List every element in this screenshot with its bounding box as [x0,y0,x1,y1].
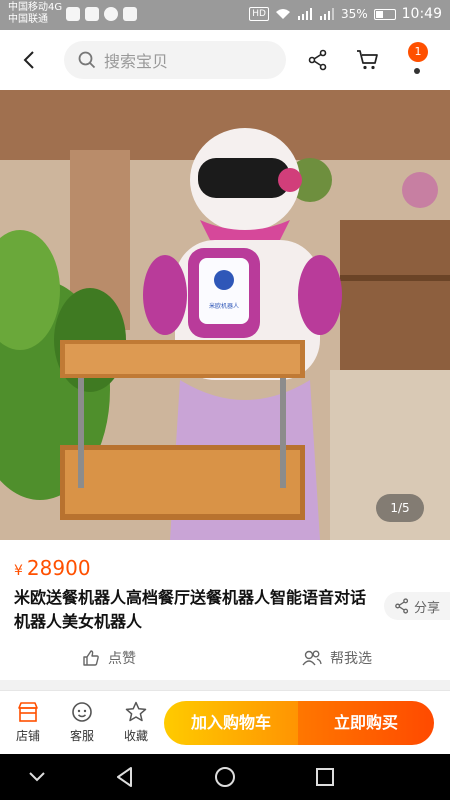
carrier-2: 中国联通 [8,14,48,25]
add-to-cart-button[interactable]: 加入购物车 [164,701,298,745]
bottom-action-bar: 店铺 客服 收藏 加入购物车 立即购买 [0,690,450,754]
status-right: HD 35% 10:49 [249,6,442,22]
top-nav: 搜索宝贝 1 [0,30,450,90]
notification-app-icon [123,7,137,21]
status-bar: 中国移动4G 中国联通 HD 35% 10:49 [0,0,450,30]
carrier-1: 中国移动4G [8,2,63,13]
more-icon [414,68,420,74]
currency-symbol: ¥ [14,563,23,579]
share-button[interactable] [302,44,334,76]
store-icon [18,702,38,722]
nav-recent-icon[interactable] [312,764,338,790]
more-button[interactable]: 1 [400,42,436,80]
buy-now-button[interactable]: 立即购买 [298,701,434,745]
notification-app-icon [66,7,80,21]
signal-icon [297,8,312,20]
customer-service-button[interactable]: 客服 [62,701,102,744]
nav-back-icon[interactable] [112,764,138,790]
message-icon [104,7,118,21]
search-icon [78,51,96,69]
price-value: 28900 [26,556,91,580]
hd-badge: HD [249,7,269,21]
carrier-info: 中国移动4G 中国联通 [8,2,62,26]
notification-badge: 1 [408,42,428,62]
signal-icon [319,8,334,20]
price: ¥28900 [14,556,91,580]
battery-icon [373,8,396,20]
cart-icon [357,50,378,70]
product-photo: 米欧机器人 [0,90,450,540]
group-icon [302,650,322,666]
like-button[interactable]: 点赞 [82,648,136,668]
actions-row: 点赞 帮我选 [0,644,450,678]
service-icon [72,702,92,722]
star-icon [125,701,147,722]
product-image-carousel[interactable]: 米欧机器人 1/5 [0,90,450,540]
system-nav-bar [0,754,450,800]
back-button[interactable] [14,44,46,76]
cart-button[interactable] [352,44,384,76]
status-app-icons [66,7,137,21]
battery-percent: 35% [340,7,368,21]
product-info: ¥28900 米欧送餐机器人高档餐厅送餐机器人智能语音对话机器人美女机器人 分享… [0,540,450,680]
store-button[interactable]: 店铺 [8,701,48,744]
favorite-button[interactable]: 收藏 [116,701,156,744]
screen: 中国移动4G 中国联通 HD 35% 10:49 搜索宝贝 1 米欧机器人 1/… [0,0,450,800]
store-label: 店铺 [15,729,40,743]
robot-badge-text: 米欧机器人 [209,302,239,310]
search-placeholder: 搜索宝贝 [104,52,169,71]
share-pill-button[interactable]: 分享 [384,592,450,620]
share-label: 分享 [414,600,441,616]
like-label: 点赞 [108,651,136,667]
help-choose-label: 帮我选 [330,651,372,667]
favorite-label: 收藏 [123,729,148,743]
nav-down-icon[interactable] [24,764,50,790]
like-icon [83,650,99,666]
product-title: 米欧送餐机器人高档餐厅送餐机器人智能语音对话机器人美女机器人 [14,588,367,631]
share-icon [308,49,327,71]
wifi-icon [275,9,290,19]
back-arrow-icon [23,51,34,69]
search-input[interactable]: 搜索宝贝 [64,41,286,79]
image-counter: 1/5 [376,494,424,522]
clock: 10:49 [401,6,442,22]
share-icon [395,598,409,614]
notification-app-icon [85,7,99,21]
service-label: 客服 [69,729,94,743]
nav-home-icon[interactable] [212,764,238,790]
help-choose-button[interactable]: 帮我选 [302,648,372,668]
